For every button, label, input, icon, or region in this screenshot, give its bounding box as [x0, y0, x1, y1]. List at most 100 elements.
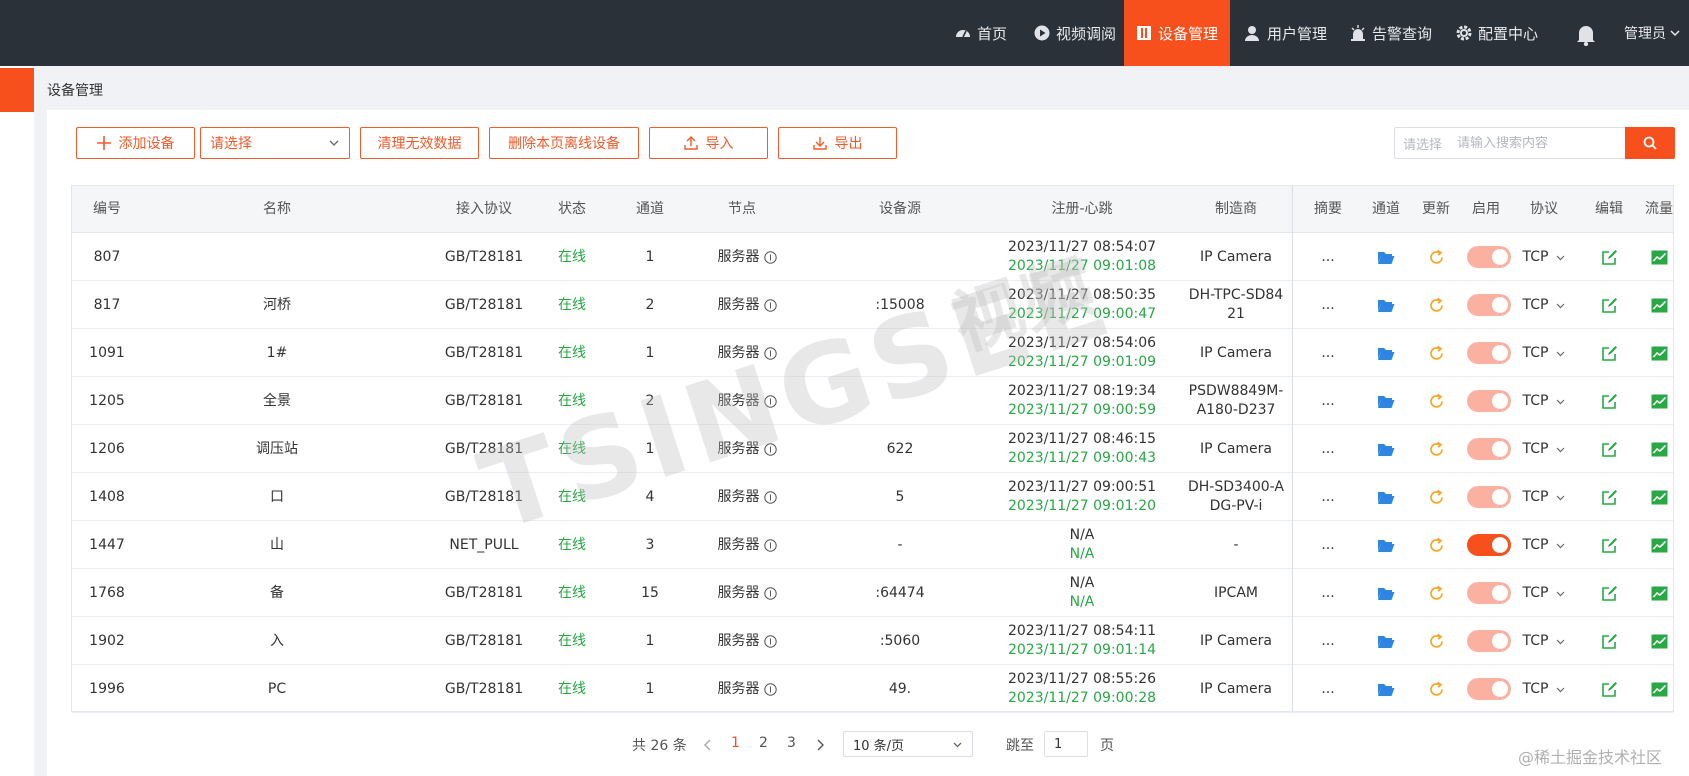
summary-ellipsis[interactable]: ...: [1321, 296, 1334, 315]
refresh-icon[interactable]: [1428, 345, 1445, 362]
refresh-icon[interactable]: [1428, 681, 1445, 698]
nav-device-management[interactable]: 设备管理: [1124, 0, 1230, 66]
folder-open-icon[interactable]: [1377, 249, 1395, 265]
search-input[interactable]: [1457, 135, 1617, 151]
bell-icon[interactable]: [1575, 22, 1597, 46]
export-button[interactable]: 导出: [778, 127, 897, 159]
summary-ellipsis[interactable]: ...: [1321, 392, 1334, 411]
nav-alarm-query[interactable]: 告警查询: [1350, 0, 1432, 66]
transport-select[interactable]: TCP: [1523, 584, 1566, 603]
cell-summary[interactable]: ...: [1298, 521, 1358, 569]
edit-icon[interactable]: [1601, 537, 1618, 554]
folder-open-icon[interactable]: [1377, 537, 1395, 553]
transport-select[interactable]: TCP: [1523, 296, 1566, 315]
refresh-icon[interactable]: [1428, 441, 1445, 458]
refresh-icon[interactable]: [1428, 633, 1445, 650]
refresh-icon[interactable]: [1428, 249, 1445, 266]
traffic-chart-icon[interactable]: [1651, 298, 1668, 313]
cell-summary[interactable]: ...: [1298, 233, 1358, 281]
page-1[interactable]: 1: [731, 735, 740, 751]
cell-summary[interactable]: ...: [1298, 329, 1358, 377]
summary-ellipsis[interactable]: ...: [1321, 344, 1334, 363]
cell-summary[interactable]: ...: [1298, 617, 1358, 665]
refresh-icon[interactable]: [1428, 393, 1445, 410]
enable-toggle[interactable]: [1467, 342, 1511, 364]
rail-active-marker[interactable]: [0, 68, 34, 112]
enable-toggle[interactable]: [1467, 534, 1511, 556]
info-circle-icon[interactable]: [763, 298, 777, 312]
enable-toggle[interactable]: [1467, 438, 1511, 460]
info-circle-icon[interactable]: [763, 586, 777, 600]
delete-offline-devices-button[interactable]: 删除本页离线设备: [489, 127, 639, 159]
summary-ellipsis[interactable]: ...: [1321, 536, 1334, 555]
transport-select[interactable]: TCP: [1523, 344, 1566, 363]
chevron-left-icon[interactable]: [703, 739, 713, 751]
edit-icon[interactable]: [1601, 393, 1618, 410]
folder-open-icon[interactable]: [1377, 345, 1395, 361]
nav-video[interactable]: 视频调阅: [1034, 0, 1116, 66]
cell-summary[interactable]: ...: [1298, 569, 1358, 617]
folder-open-icon[interactable]: [1377, 489, 1395, 505]
info-circle-icon[interactable]: [763, 442, 777, 456]
traffic-chart-icon[interactable]: [1651, 346, 1668, 361]
traffic-chart-icon[interactable]: [1651, 682, 1668, 697]
refresh-icon[interactable]: [1428, 537, 1445, 554]
cell-summary[interactable]: ...: [1298, 473, 1358, 521]
import-button[interactable]: 导入: [649, 127, 768, 159]
filter-select[interactable]: 请选择: [200, 127, 350, 159]
traffic-chart-icon[interactable]: [1651, 394, 1668, 409]
cell-summary[interactable]: ...: [1298, 425, 1358, 473]
transport-select[interactable]: TCP: [1523, 248, 1566, 267]
chevron-right-icon[interactable]: [815, 739, 825, 751]
summary-ellipsis[interactable]: ...: [1321, 248, 1334, 267]
info-circle-icon[interactable]: [763, 538, 777, 552]
nav-config-center[interactable]: 配置中心: [1456, 0, 1538, 66]
traffic-chart-icon[interactable]: [1651, 586, 1668, 601]
edit-icon[interactable]: [1601, 297, 1618, 314]
page-size-select[interactable]: 10 条/页: [843, 731, 973, 757]
summary-ellipsis[interactable]: ...: [1321, 440, 1334, 459]
cell-summary[interactable]: ...: [1298, 377, 1358, 425]
clean-invalid-data-button[interactable]: 清理无效数据: [360, 127, 479, 159]
refresh-icon[interactable]: [1428, 585, 1445, 602]
edit-icon[interactable]: [1601, 681, 1618, 698]
traffic-chart-icon[interactable]: [1651, 442, 1668, 457]
refresh-icon[interactable]: [1428, 297, 1445, 314]
transport-select[interactable]: TCP: [1523, 680, 1566, 699]
add-device-button[interactable]: 添加设备: [76, 127, 195, 159]
info-circle-icon[interactable]: [763, 250, 777, 264]
cell-summary[interactable]: ...: [1298, 281, 1358, 329]
summary-ellipsis[interactable]: ...: [1321, 632, 1334, 651]
enable-toggle[interactable]: [1467, 678, 1511, 700]
folder-open-icon[interactable]: [1377, 681, 1395, 697]
cell-summary[interactable]: ...: [1298, 665, 1358, 713]
folder-open-icon[interactable]: [1377, 633, 1395, 649]
page-2[interactable]: 2: [759, 735, 768, 751]
search-scope-select[interactable]: 请选择: [1395, 134, 1457, 153]
info-circle-icon[interactable]: [763, 490, 777, 504]
edit-icon[interactable]: [1601, 633, 1618, 650]
summary-ellipsis[interactable]: ...: [1321, 584, 1334, 603]
user-menu[interactable]: 管理员: [1624, 0, 1680, 66]
enable-toggle[interactable]: [1467, 582, 1511, 604]
summary-ellipsis[interactable]: ...: [1321, 680, 1334, 699]
edit-icon[interactable]: [1601, 489, 1618, 506]
nav-home[interactable]: 首页: [955, 0, 1007, 66]
traffic-chart-icon[interactable]: [1651, 634, 1668, 649]
enable-toggle[interactable]: [1467, 294, 1511, 316]
jump-input[interactable]: 1: [1044, 731, 1088, 757]
traffic-chart-icon[interactable]: [1651, 538, 1668, 553]
transport-select[interactable]: TCP: [1523, 488, 1566, 507]
enable-toggle[interactable]: [1467, 486, 1511, 508]
folder-open-icon[interactable]: [1377, 297, 1395, 313]
enable-toggle[interactable]: [1467, 390, 1511, 412]
folder-open-icon[interactable]: [1377, 585, 1395, 601]
refresh-icon[interactable]: [1428, 489, 1445, 506]
enable-toggle[interactable]: [1467, 630, 1511, 652]
transport-select[interactable]: TCP: [1523, 392, 1566, 411]
info-circle-icon[interactable]: [763, 346, 777, 360]
summary-ellipsis[interactable]: ...: [1321, 488, 1334, 507]
transport-select[interactable]: TCP: [1523, 536, 1566, 555]
info-circle-icon[interactable]: [763, 634, 777, 648]
traffic-chart-icon[interactable]: [1651, 490, 1668, 505]
